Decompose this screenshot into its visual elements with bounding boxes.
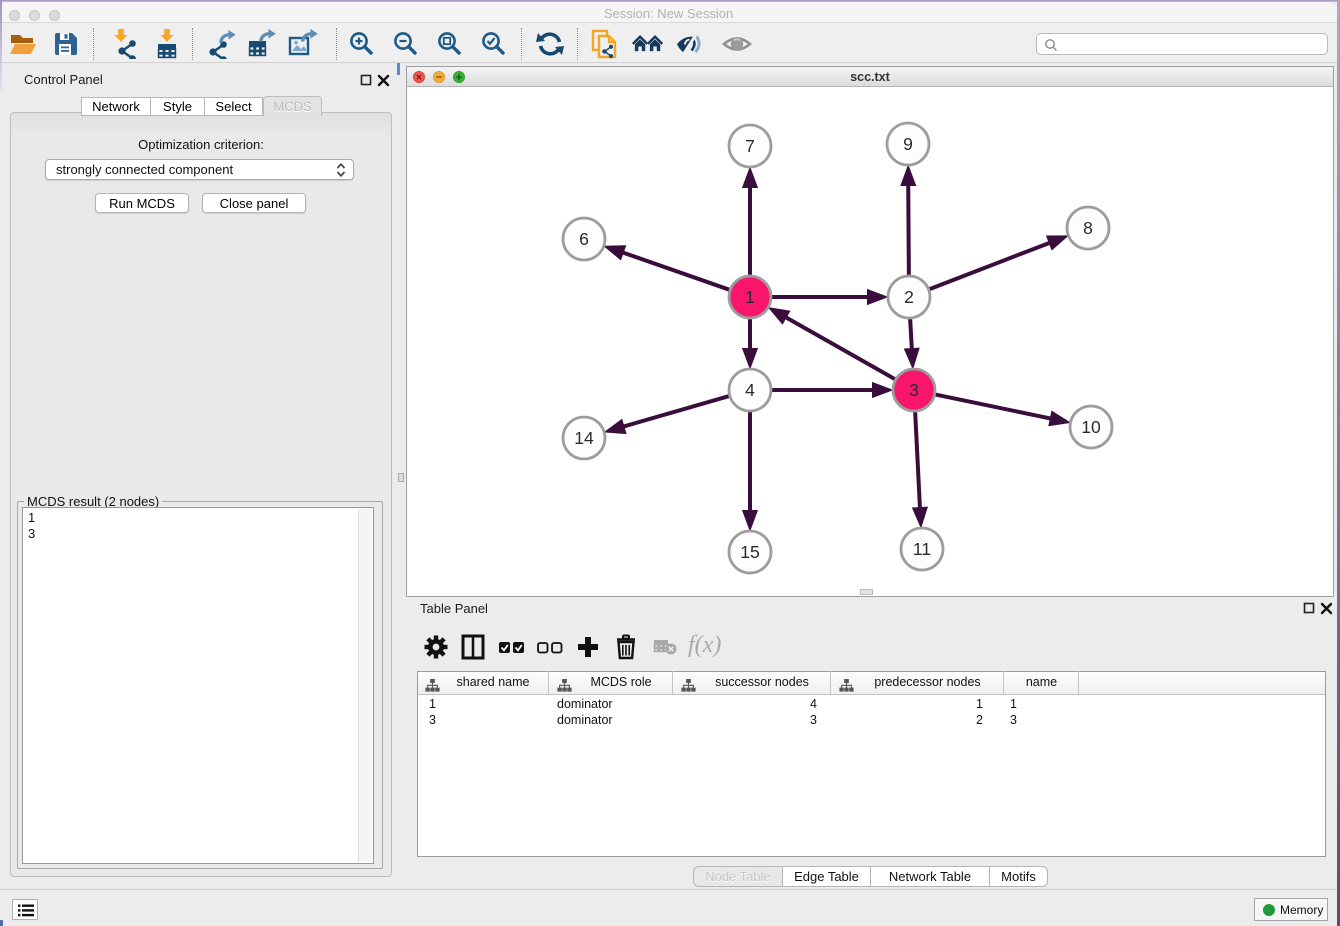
svg-text:10: 10	[1081, 417, 1101, 437]
svg-text:14: 14	[574, 428, 594, 448]
svg-text:1: 1	[745, 287, 755, 307]
svg-text:9: 9	[903, 134, 913, 154]
svg-text:15: 15	[740, 542, 759, 562]
svg-text:7: 7	[745, 136, 755, 156]
svg-text:3: 3	[909, 380, 919, 400]
svg-text:8: 8	[1083, 218, 1093, 238]
svg-text:6: 6	[579, 229, 589, 249]
svg-text:2: 2	[904, 287, 914, 307]
svg-text:4: 4	[745, 380, 755, 400]
svg-text:11: 11	[913, 539, 931, 559]
